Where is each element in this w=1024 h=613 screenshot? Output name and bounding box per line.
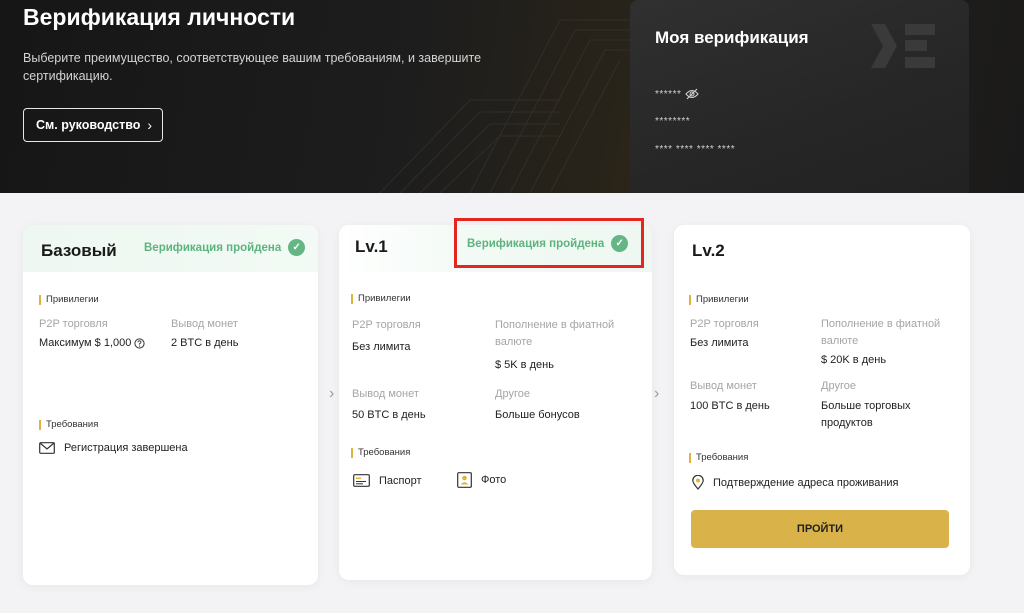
p2p-key: P2P торговля <box>352 319 421 331</box>
requirements-label: Требования <box>351 448 410 458</box>
guide-button-label: См. руководство <box>36 118 141 132</box>
privileges-label: Привилегии <box>689 295 749 305</box>
withdraw-value: 2 BTC в день <box>171 337 239 349</box>
card-lv2-title: Lv.2 <box>692 241 725 260</box>
p2p-key: P2P торговля <box>690 318 759 330</box>
p2p-value: Без лимита <box>690 337 749 349</box>
brand-watermark-icon <box>871 24 935 68</box>
other-key: Другое <box>821 380 856 392</box>
card-lv1: Lv.1 Верификация пройдена ✓ Привилегии P… <box>339 225 652 580</box>
page-description: Выберите преимущество, соответствующее в… <box>23 51 482 83</box>
withdraw-value: 50 BTC в день <box>352 409 426 421</box>
guide-button[interactable]: См. руководство › <box>23 108 163 142</box>
chevron-right-icon: › <box>654 385 660 402</box>
masked-name-row: ****** <box>655 88 700 100</box>
masked-document-number: **** **** **** **** <box>655 144 736 155</box>
fiat-key: Пополнение в фиатной валюте <box>495 319 615 348</box>
masked-name: ****** <box>655 88 682 100</box>
card-basic-status: Верификация пройдена ✓ <box>144 239 306 256</box>
withdraw-key: Вывод монет <box>690 380 757 392</box>
privileges-label: Привилегии <box>39 295 99 305</box>
my-verification-panel: Моя верификация ****** ******** **** ***… <box>630 0 969 193</box>
check-circle-icon: ✓ <box>288 239 306 256</box>
chevron-right-icon: › <box>147 117 153 133</box>
card-lv1-title: Lv.1 <box>355 237 388 256</box>
withdraw-key: Вывод монет <box>171 318 238 330</box>
masked-id: ******** <box>655 116 691 127</box>
other-key: Другое <box>495 388 530 400</box>
eye-off-icon[interactable] <box>685 88 700 100</box>
help-circle-icon[interactable] <box>134 338 145 349</box>
p2p-value: Максимум $ 1,000 <box>39 337 132 349</box>
requirement-address: Подтверждение адреса проживания <box>692 475 899 490</box>
requirement-registration: Регистрация завершена <box>39 442 188 454</box>
other-value: Больше бонусов <box>495 409 580 421</box>
p2p-value: Без лимита <box>352 341 411 353</box>
other-value: Больше торговых продуктов <box>821 400 911 429</box>
requirement-photo: Фото <box>457 472 506 488</box>
card-lv2: Lv.2 Привилегии P2P торговля Без лимита … <box>674 225 970 575</box>
chevron-right-icon: › <box>329 385 335 402</box>
id-card-icon <box>353 474 370 487</box>
requirement-passport-text: Паспорт <box>379 474 422 487</box>
page-title: Верификация личности <box>23 4 296 30</box>
requirement-address-text: Подтверждение адреса проживания <box>713 476 899 489</box>
privileges-label: Привилегии <box>351 294 411 304</box>
p2p-value-row: Максимум $ 1,000 <box>39 335 145 352</box>
requirement-passport: Паспорт <box>353 474 422 487</box>
verification-highlight-box <box>454 218 644 268</box>
card-basic-title: Базовый <box>41 241 117 260</box>
mail-icon <box>39 442 55 454</box>
fiat-value: $ 5K в день <box>495 359 554 371</box>
start-lv2-button[interactable]: ПРОЙТИ <box>691 510 949 548</box>
my-verification-title: Моя верификация <box>655 28 809 47</box>
requirement-photo-text: Фото <box>481 474 507 486</box>
withdraw-key: Вывод монет <box>352 388 419 400</box>
card-basic: Базовый Верификация пройдена ✓ Привилеги… <box>23 225 318 585</box>
requirements-label: Требования <box>39 420 98 430</box>
withdraw-value: 100 BTC в день <box>690 400 770 412</box>
requirement-text: Регистрация завершена <box>64 442 188 454</box>
p2p-key: P2P торговля <box>39 318 108 330</box>
fiat-key: Пополнение в фиатной валюте <box>821 318 941 347</box>
status-text: Верификация пройдена <box>144 241 282 254</box>
requirements-label: Требования <box>689 453 748 463</box>
location-pin-icon <box>692 475 704 490</box>
fiat-value: $ 20K в день <box>821 354 887 366</box>
photo-icon <box>457 472 472 488</box>
